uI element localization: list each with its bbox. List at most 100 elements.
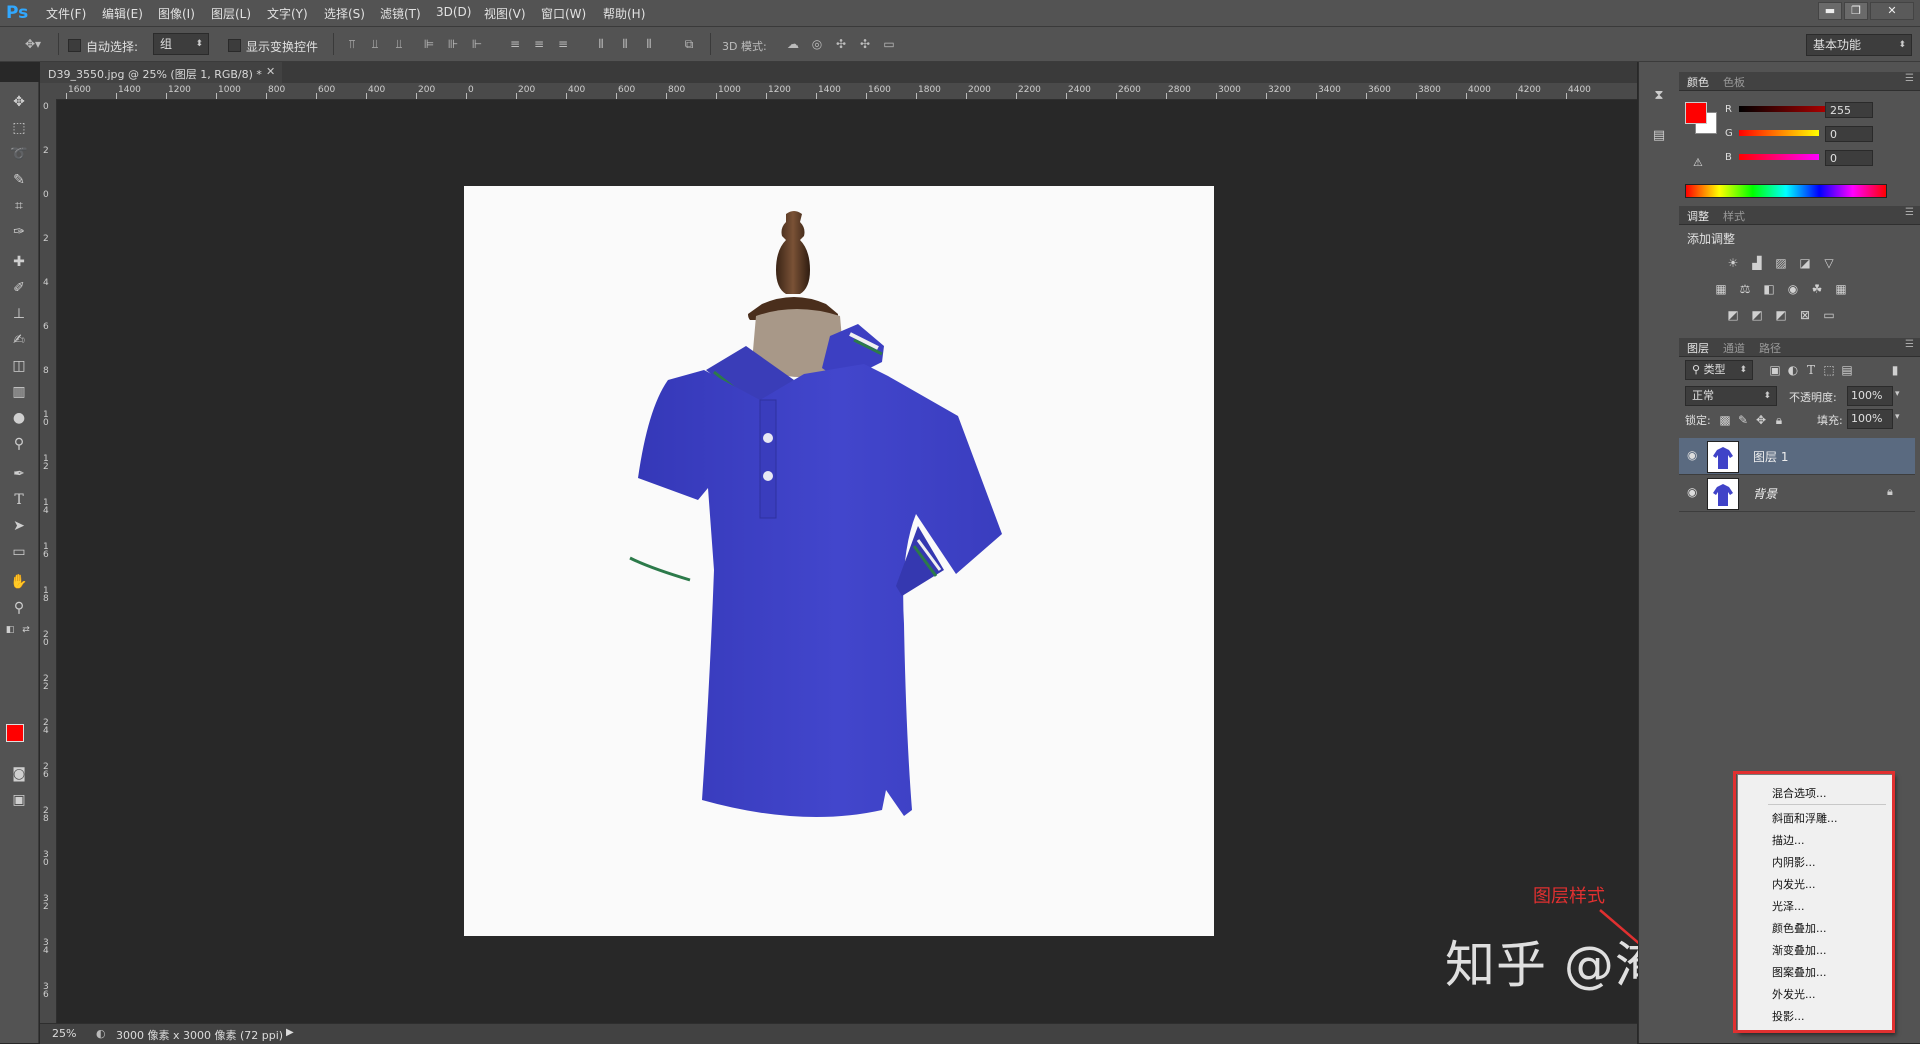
filter-smart-object-icon[interactable]: ▤ <box>1839 363 1855 377</box>
align-right-icon[interactable]: ⊩ <box>470 37 484 51</box>
invert-icon[interactable]: ◩ <box>1725 308 1741 322</box>
history-brush-tool-icon[interactable]: ✍ <box>9 330 29 350</box>
distribute-right-icon[interactable]: ⦀ <box>642 37 656 51</box>
gradient-tool-icon[interactable]: ▥ <box>9 382 29 402</box>
3d-roll-icon[interactable]: ◎ <box>810 37 824 51</box>
menu-window[interactable]: 窗口(W) <box>541 5 586 22</box>
menu-filter[interactable]: 滤镜(T) <box>380 5 421 22</box>
properties-icon[interactable]: ▤ <box>1649 126 1669 146</box>
3d-rotate-icon[interactable]: ☁ <box>786 37 800 51</box>
color-fg-swatch[interactable] <box>1685 102 1707 124</box>
lock-transparent-icon[interactable]: ▩ <box>1717 413 1733 427</box>
filter-toggle-icon[interactable]: ▮ <box>1887 363 1903 377</box>
tab-adjustments[interactable]: 调整 <box>1687 208 1709 224</box>
close-window-button[interactable]: ✕ <box>1870 2 1914 20</box>
document-tab[interactable]: D39_3550.jpg @ 25% (图层 1, RGB/8) * ✕ <box>40 62 283 83</box>
panel-menu-icon[interactable]: ☰ <box>1905 73 1914 84</box>
tab-swatches[interactable]: 色板 <box>1723 74 1745 90</box>
lock-all-icon[interactable]: 🔒︎ <box>1771 413 1787 427</box>
vibrance-icon[interactable]: ▽ <box>1821 256 1837 270</box>
distribute-vcenter-icon[interactable]: ≡ <box>532 37 546 51</box>
align-left-icon[interactable]: ⊫ <box>422 37 436 51</box>
align-bottom-icon[interactable]: ⫫ <box>392 37 406 51</box>
menu-image[interactable]: 图像(I) <box>158 5 195 22</box>
menu-3d[interactable]: 3D(D) <box>436 5 471 19</box>
layer-name[interactable]: 图层 1 <box>1753 448 1788 465</box>
status-menu-arrow-icon[interactable]: ▶ <box>286 1027 294 1038</box>
zoom-tool-icon[interactable]: ⚲ <box>9 598 29 618</box>
posterize-icon[interactable]: ◩ <box>1749 308 1765 322</box>
eraser-tool-icon[interactable]: ◫ <box>9 356 29 376</box>
dodge-tool-icon[interactable]: ⚲ <box>9 434 29 454</box>
color-lookup-icon[interactable]: ▦ <box>1833 282 1849 296</box>
menu-file[interactable]: 文件(F) <box>46 5 86 22</box>
pen-tool-icon[interactable]: ✒ <box>9 464 29 484</box>
quick-mask-icon[interactable]: ◙ <box>9 764 29 784</box>
threshold-icon[interactable]: ◩ <box>1773 308 1789 322</box>
auto-align-icon[interactable]: ⧉ <box>682 37 696 51</box>
black-white-icon[interactable]: ◧ <box>1761 282 1777 296</box>
tab-color[interactable]: 颜色 <box>1687 74 1709 90</box>
align-top-icon[interactable]: ⫪ <box>345 37 359 51</box>
visibility-eye-icon[interactable]: ◉ <box>1687 448 1697 462</box>
distribute-top-icon[interactable]: ≡ <box>508 37 522 51</box>
screen-mode-icon[interactable]: ▣ <box>9 790 29 810</box>
channel-b-slider[interactable] <box>1739 154 1819 160</box>
layer-filter-dropdown[interactable]: ⚲ 类型 ⬍ <box>1685 360 1753 380</box>
filter-type-icon[interactable]: T <box>1803 363 1819 377</box>
curves-icon[interactable]: ▨ <box>1773 256 1789 270</box>
document-info-icon[interactable]: ◐ <box>96 1027 106 1040</box>
crop-tool-icon[interactable]: ⌗ <box>9 196 29 216</box>
menu-layer[interactable]: 图层(L) <box>211 5 251 22</box>
menu-select[interactable]: 选择(S) <box>324 5 365 22</box>
brush-tool-icon[interactable]: ✐ <box>9 278 29 298</box>
filter-adjust-icon[interactable]: ◐ <box>1785 363 1801 377</box>
visibility-eye-icon[interactable]: ◉ <box>1687 485 1697 499</box>
channel-b-value[interactable]: 0 <box>1825 150 1873 166</box>
menu-edit[interactable]: 编辑(E) <box>102 5 143 22</box>
color-spectrum-bar[interactable] <box>1685 184 1887 198</box>
3d-scale-icon[interactable]: ▭ <box>882 37 896 51</box>
move-tool-preset-icon[interactable]: ✥▾ <box>20 37 46 51</box>
default-colors-icon[interactable]: ◧ <box>4 620 16 640</box>
channel-g-slider[interactable] <box>1739 130 1819 136</box>
lock-position-icon[interactable]: ✥ <box>1753 413 1769 427</box>
move-tool-icon[interactable]: ✥ <box>9 92 29 112</box>
shape-tool-icon[interactable]: ▭ <box>9 542 29 562</box>
3d-slide-icon[interactable]: ✣ <box>858 37 872 51</box>
distribute-left-icon[interactable]: ⦀ <box>594 37 608 51</box>
layer-row[interactable]: ◉ 图层 1 <box>1679 438 1915 475</box>
tab-channels[interactable]: 通道 <box>1723 340 1745 356</box>
color-balance-icon[interactable]: ⚖ <box>1737 282 1753 296</box>
channel-r-value[interactable]: 255 <box>1825 102 1873 118</box>
gradient-map-icon[interactable]: ▭ <box>1821 308 1837 322</box>
gamut-warning-icon[interactable]: ⚠ <box>1693 156 1703 169</box>
lasso-tool-icon[interactable]: ➰ <box>9 144 29 164</box>
photo-filter-icon[interactable]: ◉ <box>1785 282 1801 296</box>
restore-button[interactable]: ❐ <box>1844 2 1868 20</box>
lock-pixels-icon[interactable]: ✎ <box>1735 413 1751 427</box>
selective-color-icon[interactable]: ⊠ <box>1797 308 1813 322</box>
swap-colors-icon[interactable]: ⇄ <box>20 620 32 640</box>
tab-layers[interactable]: 图层 <box>1687 340 1709 356</box>
menu-view[interactable]: 视图(V) <box>484 5 526 22</box>
layer-name[interactable]: 背景 <box>1753 485 1777 502</box>
chevron-down-icon[interactable]: ▾ <box>1895 389 1900 399</box>
menu-help[interactable]: 帮助(H) <box>603 5 645 22</box>
close-icon[interactable]: ✕ <box>266 65 275 78</box>
exposure-icon[interactable]: ◪ <box>1797 256 1813 270</box>
foreground-color-swatch[interactable] <box>6 724 24 742</box>
tab-paths[interactable]: 路径 <box>1759 340 1781 356</box>
align-vcenter-icon[interactable]: ⫫ <box>368 37 382 51</box>
hand-tool-icon[interactable]: ✋ <box>9 572 29 592</box>
chevron-down-icon[interactable]: ▾ <box>1895 412 1900 422</box>
distribute-hcenter-icon[interactable]: ⦀ <box>618 37 632 51</box>
eyedropper-tool-icon[interactable]: ✑ <box>9 222 29 242</box>
filter-shape-icon[interactable]: ⬚ <box>1821 363 1837 377</box>
levels-icon[interactable]: ▟ <box>1749 256 1765 270</box>
show-transform-checkbox[interactable] <box>228 39 241 52</box>
fill-field[interactable]: 100% <box>1847 409 1893 429</box>
workspace-dropdown[interactable]: 基本功能 ⬍ <box>1806 34 1912 56</box>
hue-saturation-icon[interactable]: ▦ <box>1713 282 1729 296</box>
path-select-tool-icon[interactable]: ➤ <box>9 516 29 536</box>
